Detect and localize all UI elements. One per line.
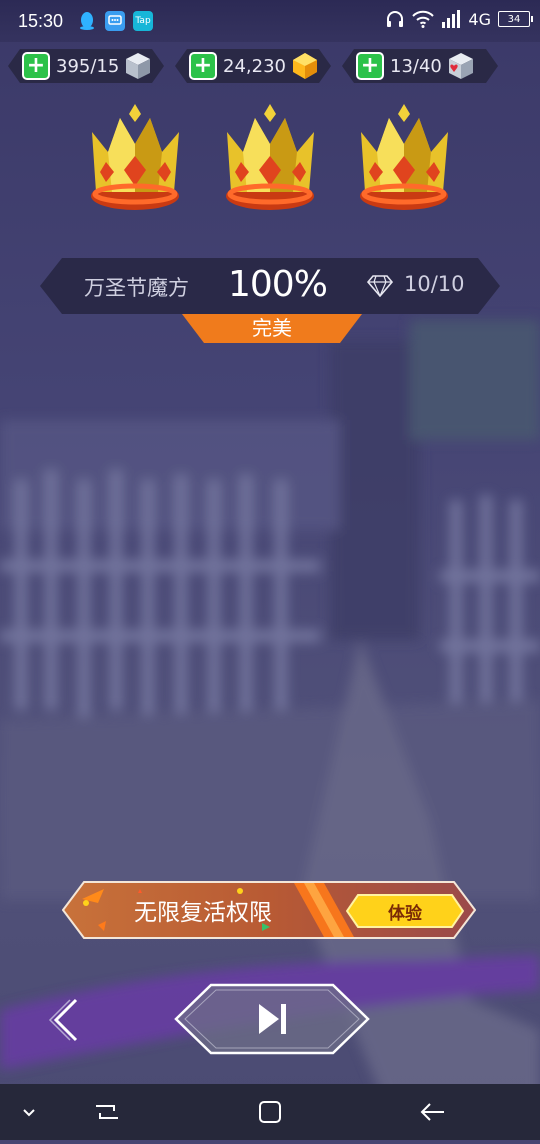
resource-value: 24,230 — [223, 55, 286, 77]
status-time: 15:30 — [18, 10, 64, 31]
status-indicators: 4G 34 — [385, 9, 533, 29]
crown-icon — [91, 104, 179, 210]
crowns-row — [0, 104, 540, 214]
next-level-button[interactable] — [173, 982, 371, 1056]
home-icon[interactable] — [253, 1098, 287, 1126]
gold-gem-icon — [290, 51, 320, 81]
resource-gold: + 24,230 — [175, 49, 331, 83]
completion-percent: 100% — [228, 264, 327, 305]
resource-value: 395/15 — [56, 55, 120, 77]
cube-icon — [123, 51, 153, 81]
recent-apps-icon[interactable] — [90, 1098, 124, 1126]
try-button[interactable]: 体验 — [346, 894, 464, 928]
level-name: 万圣节魔方 — [84, 276, 189, 300]
status-bar: 15:30 Tap 4G 34 — [0, 0, 540, 42]
unlimited-revive-banner[interactable]: 无限复活权限 体验 — [62, 881, 476, 939]
chevron-down-icon[interactable] — [12, 1098, 46, 1126]
gems-collected: 10/10 — [404, 272, 465, 296]
headphones-icon — [387, 11, 404, 27]
add-gold-button[interactable]: + — [189, 52, 217, 80]
add-cubes-button[interactable]: + — [22, 52, 50, 80]
resource-bar: + 395/15 + 24,230 + 13/40 — [0, 47, 540, 87]
resource-cubes: + 395/15 — [8, 49, 164, 83]
system-nav-bar — [0, 1084, 540, 1140]
heart-cube-icon — [446, 51, 476, 81]
crown-icon — [226, 104, 314, 210]
rating-ribbon: 完美 — [182, 314, 362, 343]
back-icon[interactable] — [416, 1098, 450, 1126]
wifi-icon — [412, 10, 435, 28]
promo-title: 无限复活权限 — [134, 900, 272, 926]
try-button-label: 体验 — [388, 903, 422, 924]
add-hearts-button[interactable]: + — [356, 52, 384, 80]
taptap-icon: Tap — [133, 11, 154, 31]
signal-icon — [442, 10, 461, 28]
diamond-icon — [367, 275, 393, 297]
resource-value: 13/40 — [390, 55, 442, 77]
resource-hearts: + 13/40 — [342, 49, 498, 83]
level-result-band: 万圣节魔方 100% 10/10 — [40, 258, 500, 314]
qq-icon — [77, 11, 97, 31]
back-arrow-button[interactable] — [46, 996, 86, 1044]
message-icon — [105, 11, 126, 31]
battery-icon: 34 — [498, 11, 533, 27]
network-type: 4G — [468, 9, 491, 29]
crown-icon — [360, 104, 448, 210]
